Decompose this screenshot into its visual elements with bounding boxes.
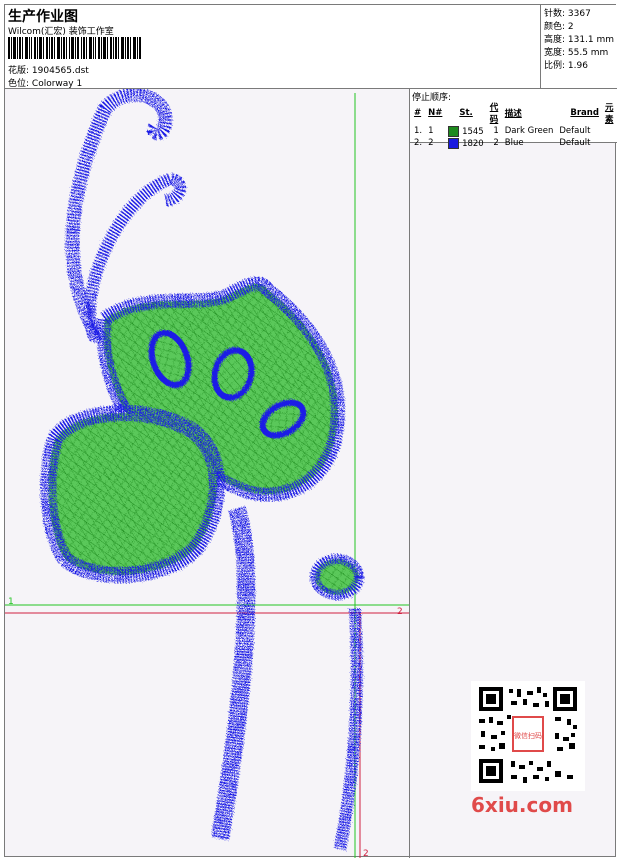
- stop-sequence-table: # N# St. 代码 描述 Brand 元素 1. 1 1545 1 Dark…: [411, 101, 617, 149]
- design-preview: 1 2 2: [5, 87, 410, 859]
- axis-label-1: 1: [8, 597, 14, 607]
- col-element: 元素: [604, 103, 614, 125]
- row-code: 2: [493, 138, 499, 148]
- header-info: 生产作业图 Wilcom(汇宏) 装饰工作室 花版: 1904565.dst 色…: [5, 5, 541, 89]
- stat-stitches: 针数: 3367: [544, 9, 591, 19]
- axis-label-2-bottom: 2: [363, 849, 369, 859]
- row-stitches: 1545: [445, 125, 486, 137]
- col-brand: Brand: [570, 108, 599, 118]
- row-brand: Default: [559, 138, 591, 148]
- colorway-value: Colorway 1: [31, 79, 83, 89]
- color-swatch: [448, 137, 460, 149]
- table-row: 1. 1 1545 1 Dark Green Default: [411, 125, 617, 137]
- stat-scale: 比例: 1.96: [544, 61, 588, 71]
- qr-code-image: 微信扫码: [471, 681, 585, 791]
- row-description: Blue: [504, 138, 524, 148]
- row-index: 2.: [414, 138, 423, 148]
- axis-label-2: 2: [397, 607, 403, 617]
- row-element: [602, 137, 617, 149]
- embroidery-design: [40, 87, 364, 851]
- stat-height: 高度: 131.1 mm: [544, 35, 615, 45]
- col-index: #: [414, 108, 422, 118]
- col-needle: N#: [428, 108, 443, 118]
- row-needle: 1: [428, 126, 434, 136]
- embroidery-drawing: [5, 87, 409, 858]
- row-index: 1.: [414, 126, 423, 136]
- row-brand: Default: [559, 126, 591, 136]
- round-leaf-overlay: [48, 412, 217, 576]
- stat-colors: 颜色: 2: [544, 22, 574, 32]
- row-stitches: 1820: [445, 137, 486, 149]
- row-description: Dark Green: [504, 126, 554, 136]
- design-stats: 针数: 3367 颜色: 2 高度: 131.1 mm 宽度: 55.5 mm …: [541, 5, 617, 89]
- design-label: 花版:: [8, 66, 30, 76]
- row-element: [602, 125, 617, 137]
- company-name: Wilcom(汇宏) 装饰工作室: [8, 27, 114, 37]
- main-stem: [211, 506, 256, 841]
- colorway-row: 色位: Colorway 1: [8, 76, 82, 89]
- col-description: 描述: [504, 109, 522, 119]
- design-value: 1904565.dst: [31, 66, 89, 76]
- row-needle: 2: [428, 138, 434, 148]
- bud-head: [310, 554, 364, 600]
- stop-sequence-panel: 停止顺序: # N# St. 代码 描述 Brand 元素 1. 1 1545: [410, 89, 617, 149]
- watermark-logo: 6xiu.com: [471, 793, 573, 817]
- col-code: 代码: [489, 103, 499, 125]
- stat-width: 宽度: 55.5 mm: [544, 48, 609, 58]
- barcode-image: [8, 37, 141, 59]
- row-code: 1: [493, 126, 499, 136]
- col-stitches: St.: [459, 108, 473, 118]
- bud-stem: [334, 608, 363, 851]
- table-row: 2. 2 1820 2 Blue Default: [411, 137, 617, 149]
- design-name-row: 花版: 1904565.dst: [8, 63, 89, 76]
- color-swatch: [448, 125, 460, 137]
- colorway-label: 色位:: [8, 79, 30, 89]
- page-title: 生产作业图: [8, 9, 78, 25]
- qr-stamp-text: 微信扫码: [514, 731, 542, 740]
- production-sheet: 生产作业图 Wilcom(汇宏) 装饰工作室 花版: 1904565.dst 色…: [4, 4, 617, 859]
- table-header-row: # N# St. 代码 描述 Brand 元素: [411, 101, 617, 125]
